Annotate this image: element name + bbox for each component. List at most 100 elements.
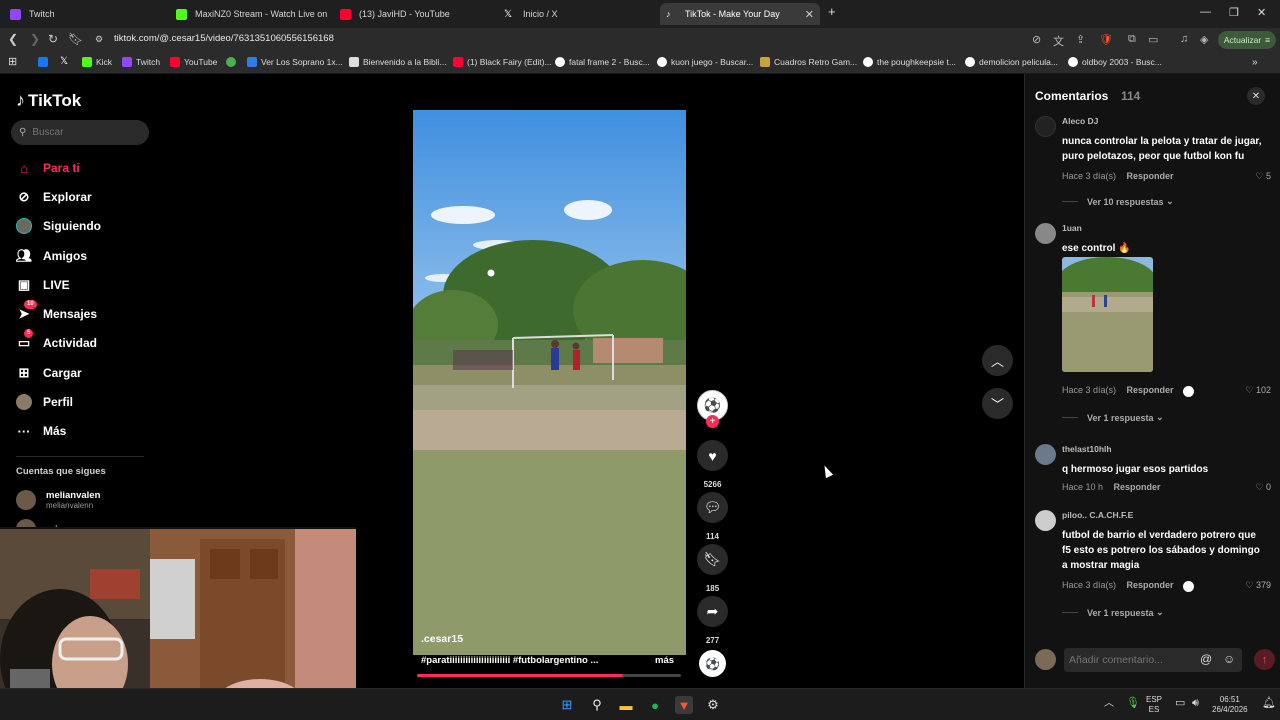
nav-mensajes[interactable]: ➤ 10 Mensajes (16, 300, 97, 322)
language-indicator[interactable]: ESP ES (1146, 695, 1162, 715)
reply-button[interactable]: Responder (1114, 482, 1161, 492)
bookmark-biblioteca[interactable]: Bienvenido a la Bibli... (349, 57, 447, 67)
comment-user[interactable]: Aleco DJ (1062, 116, 1098, 126)
nav-amigos[interactable]: 👥︎ Amigos (16, 248, 87, 264)
follow-button[interactable]: + (706, 415, 719, 428)
comment-like[interactable]: ♡ 0 (1255, 482, 1271, 493)
view-replies-button[interactable]: Ver 1 respuesta ⌄ (1062, 412, 1164, 423)
nav-live[interactable]: ▣ LIVE (16, 277, 70, 293)
close-comments-button[interactable]: ✕ (1247, 87, 1265, 105)
nav-perfil[interactable]: Perfil (16, 394, 73, 410)
microphone-icon[interactable]: 🎙︎ (1126, 698, 1140, 709)
sidebar-icon[interactable]: ▭ (1148, 33, 1158, 46)
search-box[interactable]: ⚲ (11, 120, 149, 145)
bookmark-youtube[interactable]: YouTube (170, 57, 217, 67)
start-icon[interactable]: ⊞ (558, 696, 576, 714)
like-action[interactable]: ♥ 5266 (697, 440, 728, 489)
view-replies-button[interactable]: Ver 10 respuestas ⌄ (1062, 196, 1174, 207)
bookmark-oldboy[interactable]: oldboy 2003 - Busc... (1068, 57, 1162, 67)
minimize-icon[interactable]: — (1200, 6, 1211, 18)
comment-like[interactable]: ♡ 102 (1245, 385, 1271, 396)
emoji-icon[interactable]: ☺ (1223, 652, 1235, 666)
search-icon[interactable]: ⚲ (588, 696, 606, 714)
nav-para-ti[interactable]: ⌂ Para ti (16, 160, 80, 176)
tray-overflow-icon[interactable]: ︿ (1104, 699, 1114, 709)
bookmark-fatal-frame[interactable]: fatal frame 2 - Busc... (555, 57, 650, 67)
file-explorer-icon[interactable]: ▬ (617, 696, 635, 714)
back-icon[interactable]: ❮ (8, 32, 18, 46)
tab-x[interactable]: 𝕏 Inicio / X (498, 3, 658, 25)
brave-shield-icon[interactable]: 🛡︎ (1099, 33, 1113, 46)
apps-icon[interactable]: ⊞ (8, 55, 17, 68)
send-comment-button[interactable]: ↑ (1254, 649, 1275, 670)
translate-icon[interactable]: 文 (1053, 33, 1064, 49)
previous-video-button[interactable]: ︿ (982, 345, 1013, 376)
heart-icon[interactable]: ♥ (697, 440, 728, 471)
comment-user[interactable]: piloo.. C.A.CH.F.E (1062, 510, 1133, 520)
bookmark-kuon[interactable]: kuon juego - Buscar... (657, 57, 753, 67)
comment-user[interactable]: 1uan (1062, 223, 1082, 233)
comment-user[interactable]: thelast10hlh (1062, 444, 1112, 454)
bookmark-facebook[interactable] (38, 57, 52, 67)
mention-icon[interactable]: @ (1200, 652, 1212, 666)
more-bookmarks-icon[interactable]: » (1252, 57, 1258, 68)
restore-icon[interactable]: ❐ (1229, 6, 1239, 19)
bookmark-demolicion[interactable]: demolicion pelicula... (965, 57, 1058, 67)
bookmark-green[interactable] (226, 57, 240, 67)
comment-image[interactable] (1062, 257, 1153, 372)
brave-browser-icon[interactable]: ▼ (675, 696, 693, 714)
following-account[interactable]: melianvalen melianvalenn (16, 490, 100, 510)
bookmark-soprano[interactable]: Ver Los Soprano 1x... (247, 57, 343, 67)
tab-tiktok[interactable]: ♪ TikTok - Make Your Day ✕ (660, 3, 820, 25)
network-icon[interactable]: ▭ (1175, 698, 1185, 709)
site-info-icon[interactable]: ⚙ (95, 34, 103, 45)
nav-mas[interactable]: ··· Más (16, 423, 67, 439)
share-arrow-icon[interactable]: ➦ (697, 596, 728, 627)
nav-siguiendo[interactable]: Siguiendo (16, 218, 101, 234)
url-field[interactable]: tiktok.com/@.cesar15/video/7631351060556… (114, 33, 334, 44)
save-action[interactable]: 🔖︎ 185 (697, 544, 728, 593)
tiktok-logo[interactable]: ♪ TikTok (16, 90, 81, 111)
media-icon[interactable]: ♫ (1180, 33, 1188, 45)
clock[interactable]: 06:51 26/4/2026 (1212, 695, 1248, 715)
video-progress-bar[interactable] (417, 674, 681, 677)
comment-input[interactable] (1064, 648, 1242, 672)
translate-off-icon[interactable]: ⊘ (1032, 33, 1041, 46)
comment-like[interactable]: ♡ 379 (1245, 580, 1271, 591)
spotify-icon[interactable]: ● (646, 696, 664, 714)
bookmark-kick[interactable]: Kick (82, 57, 112, 67)
reply-button[interactable]: Responder (1127, 171, 1174, 181)
new-tab-button[interactable]: + (828, 4, 836, 19)
reload-icon[interactable]: ↻ (48, 32, 58, 46)
bookmark-icon[interactable]: 🔖︎ (68, 32, 83, 46)
update-button[interactable]: Actualizar ≡ (1218, 31, 1276, 49)
close-window-icon[interactable]: ✕ (1257, 6, 1266, 19)
video-author[interactable]: .cesar15 (421, 633, 463, 645)
tab-kick[interactable]: MaxiNZ0 Stream - Watch Live on Kick (170, 3, 330, 25)
nav-actividad[interactable]: ▭ 5 Actividad (16, 329, 97, 351)
bookmark-x[interactable]: 𝕏 (60, 57, 74, 67)
vpn-icon[interactable]: ◈ (1200, 33, 1208, 46)
bookmark-poughkeepsie[interactable]: the poughkeepsie t... (863, 57, 956, 67)
share-icon[interactable]: ⇪ (1076, 33, 1085, 46)
video-player[interactable] (413, 110, 686, 655)
reply-button[interactable]: Responder (1127, 385, 1174, 395)
tab-youtube[interactable]: (13) JaviHD - YouTube (334, 3, 494, 25)
avatar[interactable] (1035, 116, 1056, 137)
view-replies-button[interactable]: Ver 1 respuesta ⌄ (1062, 607, 1164, 618)
bookmark-black-fairy[interactable]: (1) Black Fairy (Edit)... (453, 57, 552, 67)
comment-action[interactable]: 💬︎ 114 (697, 492, 728, 541)
bookmark-twitch[interactable]: Twitch (122, 57, 160, 67)
nav-cargar[interactable]: ⊞ Cargar (16, 365, 82, 381)
next-video-button[interactable]: ﹀ (982, 388, 1013, 419)
forward-icon[interactable]: ❯ (30, 32, 40, 46)
close-tab-icon[interactable]: ✕ (805, 8, 814, 21)
bookmark-cuadros[interactable]: Cuadros Retro Gam... (760, 57, 857, 67)
caption-more-link[interactable]: más (655, 655, 674, 666)
nav-explorar[interactable]: ⊘ Explorar (16, 189, 92, 205)
notifications-icon[interactable]: 🔔︎ (1262, 698, 1276, 709)
bookmark-icon[interactable]: 🔖︎ (697, 544, 728, 575)
reply-button[interactable]: Responder (1127, 580, 1174, 590)
comment-icon[interactable]: 💬︎ (697, 492, 728, 523)
share-action[interactable]: ➦ 277 (697, 596, 728, 645)
